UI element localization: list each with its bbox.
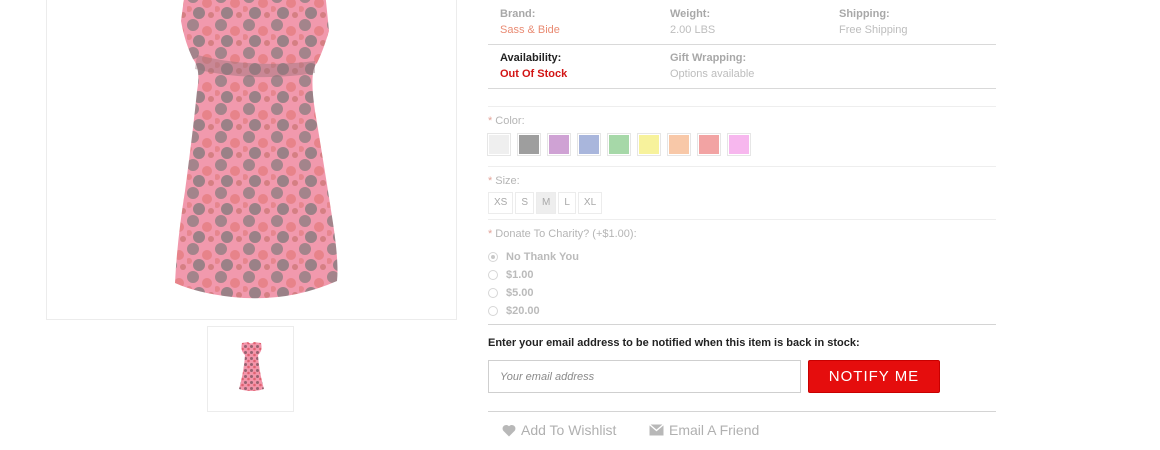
shipping-value: Free Shipping [839,24,908,36]
charity-choice-label: $5.00 [506,287,534,299]
product-thumbnail[interactable] [207,326,294,412]
gift-wrapping-label: Gift Wrapping: [670,52,747,64]
charity-radio-group: No Thank You $1.00 $5.00 $20.00 [488,248,579,320]
radio-button[interactable] [488,252,498,262]
divider [488,324,996,325]
wishlist-label: Add To Wishlist [521,422,617,438]
divider [488,411,996,412]
gift-wrapping-value: Options available [670,68,755,80]
required-mark: * [488,228,493,240]
brand-label: Brand: [500,8,536,20]
radio-button[interactable] [488,270,498,280]
size-option-xs[interactable]: XS [488,192,514,214]
weight-label: Weight: [670,8,711,20]
dress-thumbnail-image [239,342,264,391]
spec-row-2: Availability: Out Of Stock Gift Wrapping… [488,45,996,89]
size-option-m[interactable]: M [536,192,557,214]
color-option-label: * Color: [488,115,525,127]
size-option-s[interactable]: S [515,192,535,214]
heart-icon [502,424,516,437]
size-label-text: Size: [495,175,520,187]
weight-value: 2.00 LBS [670,24,716,36]
charity-choice[interactable]: $20.00 [488,302,579,320]
brand-link[interactable]: Sass & Bide [500,23,560,37]
spec-brand: Brand: Sass & Bide [500,7,560,37]
notify-me-button[interactable]: NOTIFY ME [808,360,940,393]
radio-button[interactable] [488,306,498,316]
charity-choice-label: $20.00 [506,305,540,317]
product-main-image[interactable] [46,0,457,320]
size-option-label: * Size: [488,175,520,187]
size-option-l[interactable]: L [558,192,576,214]
spec-availability: Availability: Out Of Stock [500,51,567,81]
color-swatches [487,133,751,156]
charity-choice-label: $1.00 [506,269,534,281]
color-swatch[interactable] [607,133,631,156]
availability-label: Availability: [500,52,562,64]
charity-choice-label: No Thank You [506,251,579,263]
required-mark: * [488,115,493,127]
radio-button[interactable] [488,288,498,298]
size-option-xl[interactable]: XL [577,192,603,214]
charity-option-label: * Donate To Charity? (+$1.00): [488,228,637,240]
color-swatch[interactable] [517,133,541,156]
spec-shipping: Shipping: Free Shipping [839,7,908,37]
color-swatch[interactable] [577,133,601,156]
color-swatch[interactable] [727,133,751,156]
color-swatch[interactable] [667,133,691,156]
charity-choice[interactable]: No Thank You [488,248,579,266]
email-friend-label: Email A Friend [669,422,760,438]
divider [488,106,996,107]
notify-prompt: Enter your email address to be notified … [488,337,860,349]
email-input[interactable] [488,360,801,393]
size-options: XS S M L XL [488,192,603,214]
spec-row-1: Brand: Sass & Bide Weight: 2.00 LBS Ship… [488,0,996,45]
email-a-friend-link[interactable]: Email A Friend [649,422,759,438]
shipping-label: Shipping: [839,8,890,20]
color-swatch[interactable] [547,133,571,156]
envelope-icon [649,424,664,436]
divider [488,219,996,220]
spec-weight: Weight: 2.00 LBS [670,7,715,37]
color-swatch[interactable] [637,133,661,156]
color-label-text: Color: [495,115,525,127]
required-mark: * [488,175,493,187]
charity-choice[interactable]: $5.00 [488,284,579,302]
color-swatch[interactable] [487,133,511,156]
spec-gift-wrapping: Gift Wrapping: Options available [670,51,754,81]
add-to-wishlist-link[interactable]: Add To Wishlist [502,422,616,438]
availability-status: Out Of Stock [500,68,568,80]
charity-label-text: Donate To Charity? (+$1.00): [495,228,637,240]
divider [488,166,996,167]
charity-choice[interactable]: $1.00 [488,266,579,284]
dress-image [175,0,338,299]
color-swatch[interactable] [697,133,721,156]
